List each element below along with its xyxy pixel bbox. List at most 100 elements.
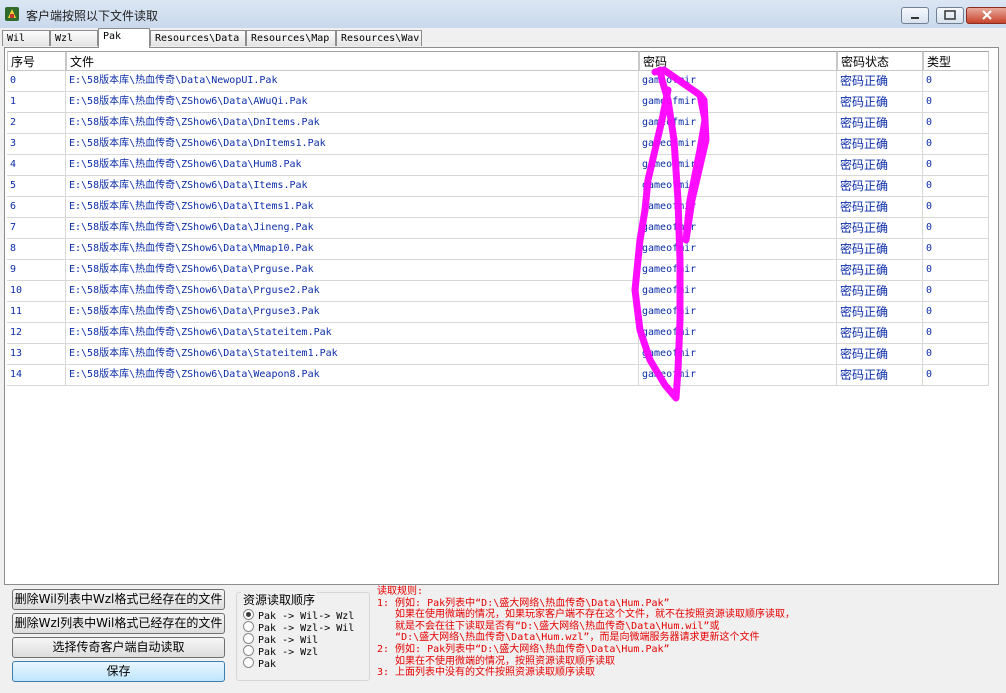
cell-file: E:\58版本库\热血传奇\ZShow6\Data\Items1.Pak <box>66 197 639 218</box>
read-order-option[interactable]: Pak -> Wzl <box>243 645 318 658</box>
cell-file: E:\58版本库\热血传奇\ZShow6\Data\Hum8.Pak <box>66 155 639 176</box>
cell-password-status: 密码正确 <box>837 323 923 344</box>
cell-type: 0 <box>923 260 989 281</box>
app-icon <box>5 7 19 21</box>
cell-password: gameofmir <box>639 176 837 197</box>
read-order-option[interactable]: Pak -> Wil <box>243 633 318 646</box>
rule-line: 3: 上面列表中没有的文件按照资源读取顺序读取 <box>377 667 596 679</box>
cell-type: 0 <box>923 176 989 197</box>
cell-file: E:\58版本库\热血传奇\ZShow6\Data\Jineng.Pak <box>66 218 639 239</box>
cell-file: E:\58版本库\热血传奇\ZShow6\Data\Prguse.Pak <box>66 260 639 281</box>
cell-file: E:\58版本库\热血传奇\ZShow6\Data\Stateitem.Pak <box>66 323 639 344</box>
cell-password-status: 密码正确 <box>837 92 923 113</box>
col-header-password[interactable]: 密码 <box>639 51 837 71</box>
cell-type: 0 <box>923 155 989 176</box>
file-list-panel: 序号 文件 密码 密码状态 类型 0 E:\58版本库\热血传奇\Data\New… <box>4 47 999 585</box>
save-button[interactable]: 保存 <box>12 661 225 682</box>
close-button[interactable] <box>966 7 1006 24</box>
cell-password-status: 密码正确 <box>837 239 923 260</box>
cell-password: gameofmir <box>639 155 837 176</box>
read-order-title: 资源读取顺序 <box>241 591 318 608</box>
cell-password-status: 密码正确 <box>837 134 923 155</box>
cell-type: 0 <box>923 323 989 344</box>
cell-type: 0 <box>923 365 989 386</box>
window-title: 客户端按照以下文件读取 <box>26 9 159 23</box>
col-header-password-status[interactable]: 密码状态 <box>837 51 923 71</box>
cell-password: gameofmir <box>639 134 837 155</box>
cell-password-status: 密码正确 <box>837 197 923 218</box>
tab-pak[interactable]: Pak <box>98 28 150 48</box>
read-order-option[interactable]: Pak -> Wil-> Wzl <box>243 609 354 622</box>
radio-icon[interactable] <box>243 657 254 668</box>
cell-password: gameofmir <box>639 197 837 218</box>
cell-password-status: 密码正确 <box>837 281 923 302</box>
cell-type: 0 <box>923 344 989 365</box>
cell-file: E:\58版本库\热血传奇\ZShow6\Data\AWuQi.Pak <box>66 92 639 113</box>
cell-type: 0 <box>923 239 989 260</box>
cell-password-status: 密码正确 <box>837 155 923 176</box>
cell-file: E:\58版本库\热血传奇\ZShow6\Data\Prguse3.Pak <box>66 302 639 323</box>
cell-password-status: 密码正确 <box>837 71 923 92</box>
col-header-index[interactable]: 序号 <box>7 51 66 71</box>
tab-resources-map[interactable]: Resources\Map <box>246 30 336 46</box>
rule-line: 如果在使用微端的情况，如果玩家客户端不存在这个文件，就不在按照资源读取顺序读取， <box>377 609 796 621</box>
cell-index: 6 <box>7 197 66 218</box>
auto-read-client-button[interactable]: 选择传奇客户端自动读取 <box>12 637 225 658</box>
maximize-icon <box>944 10 956 20</box>
col-header-type[interactable]: 类型 <box>923 51 989 71</box>
delete-wil-in-wzl-button[interactable]: 删除Wzl列表中Wil格式已经存在的文件 <box>12 613 225 634</box>
tab-resources-wav[interactable]: Resources\Wav <box>336 30 422 46</box>
cell-password: gameofmir <box>639 323 837 344</box>
tab-wil[interactable]: Wil <box>2 30 50 46</box>
rule-line: 就是不会在往下读取是否有“D:\盛大网络\热血传奇\Data\Hum.wil”或 <box>377 620 720 632</box>
cell-index: 9 <box>7 260 66 281</box>
maximize-button[interactable] <box>936 7 964 24</box>
minimize-button[interactable] <box>901 7 929 24</box>
cell-index: 12 <box>7 323 66 344</box>
cell-password: gameofmir <box>639 260 837 281</box>
cell-index: 11 <box>7 302 66 323</box>
cell-password: gameofmir <box>639 239 837 260</box>
cell-type: 0 <box>923 197 989 218</box>
cell-type: 0 <box>923 113 989 134</box>
cell-file: E:\58版本库\热血传奇\ZShow6\Data\DnItems1.Pak <box>66 134 639 155</box>
title-bar: 客户端按照以下文件读取 <box>0 0 1006 28</box>
read-order-option[interactable]: Pak <box>243 657 277 670</box>
radio-icon[interactable] <box>243 609 254 620</box>
cell-password: gameofmir <box>639 218 837 239</box>
cell-password: gameofmir <box>639 365 837 386</box>
cell-type: 0 <box>923 302 989 323</box>
cell-type: 0 <box>923 218 989 239</box>
cell-password-status: 密码正确 <box>837 260 923 281</box>
radio-icon[interactable] <box>243 633 254 644</box>
cell-index: 2 <box>7 113 66 134</box>
tab-wzl[interactable]: Wzl <box>50 30 98 46</box>
cell-index: 13 <box>7 344 66 365</box>
bottom-panel: 删除Wil列表中Wzl格式已经存在的文件 删除Wzl列表中Wil格式已经存在的文… <box>0 584 1006 693</box>
cell-password: gameofmir <box>639 113 837 134</box>
rule-line: 2: 例如: Pak列表中“D:\盛大网络\热血传奇\Data\Hum.Pak” <box>377 643 670 655</box>
cell-index: 10 <box>7 281 66 302</box>
cell-file: E:\58版本库\热血传奇\Data\NewopUI.Pak <box>66 71 639 92</box>
cell-password-status: 密码正确 <box>837 344 923 365</box>
read-order-option-label: Pak <box>258 659 277 670</box>
col-header-file[interactable]: 文件 <box>66 51 639 71</box>
radio-icon[interactable] <box>243 645 254 656</box>
cell-index: 7 <box>7 218 66 239</box>
read-rules-text: 读取规则: 1: 例如: Pak列表中“D:\盛大网络\热血传奇\Data\Hum… <box>377 586 977 679</box>
cell-file: E:\58版本库\热血传奇\ZShow6\Data\Mmap10.Pak <box>66 239 639 260</box>
cell-index: 0 <box>7 71 66 92</box>
cell-password: gameofmir <box>639 281 837 302</box>
cell-password-status: 密码正确 <box>837 113 923 134</box>
delete-wzl-in-wil-button[interactable]: 删除Wil列表中Wzl格式已经存在的文件 <box>12 589 225 610</box>
read-order-group: 资源读取顺序 Pak -> Wil-> Wzl Pak -> Wzl-> Wil P… <box>236 591 370 681</box>
cell-password-status: 密码正确 <box>837 365 923 386</box>
read-order-option[interactable]: Pak -> Wzl-> Wil <box>243 621 354 634</box>
minimize-icon <box>911 17 919 19</box>
radio-icon[interactable] <box>243 621 254 632</box>
cell-index: 8 <box>7 239 66 260</box>
rule-line: 如果在不使用微端的情况，按照资源读取顺序读取 <box>377 655 616 667</box>
cell-file: E:\58版本库\热血传奇\ZShow6\Data\Prguse2.Pak <box>66 281 639 302</box>
tab-resources-data[interactable]: Resources\Data <box>150 30 246 46</box>
cell-password-status: 密码正确 <box>837 302 923 323</box>
